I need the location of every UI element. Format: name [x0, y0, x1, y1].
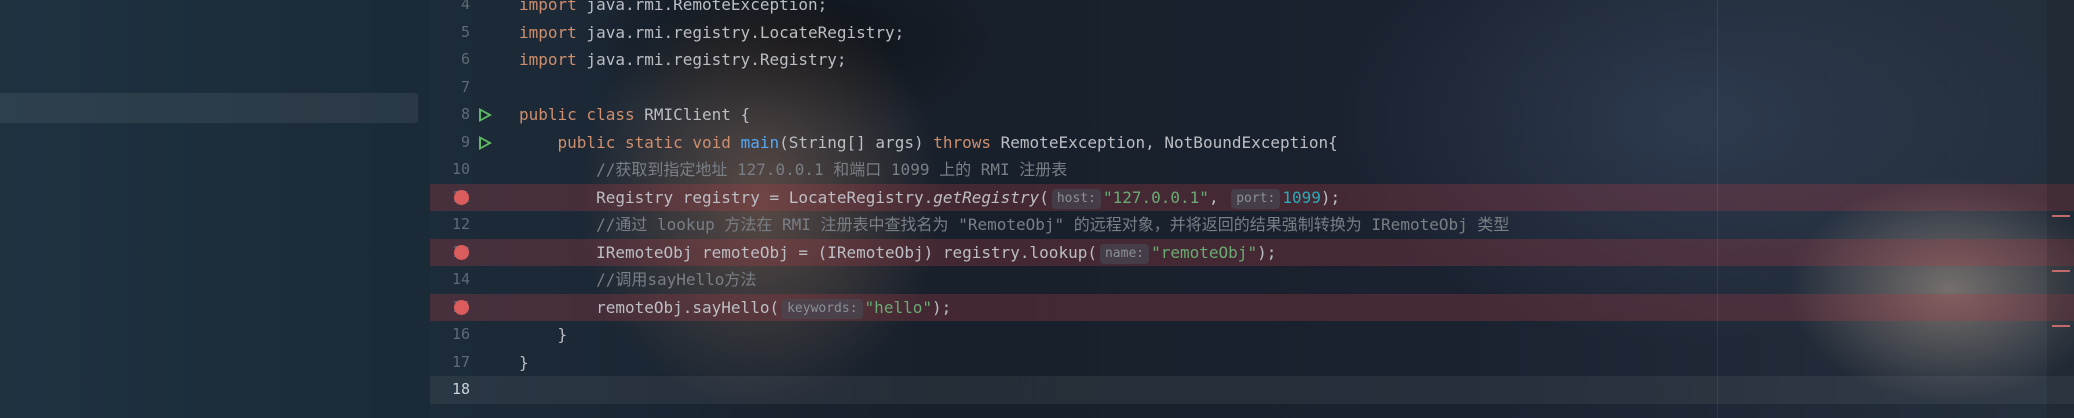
- code-token: }: [519, 352, 529, 372]
- code-text: import java.rmi.registry.LocateRegistry;: [519, 19, 904, 47]
- code-token: throws: [933, 132, 992, 152]
- code-text: }: [519, 321, 568, 349]
- code-token: //获取到指定地址 127.0.0.1 和端口 1099 上的 RMI 注册表: [596, 160, 1068, 179]
- run-gutter-icon[interactable]: [479, 108, 492, 122]
- code-token: remoteObj.sayHello(: [519, 297, 780, 317]
- code-token: java.rmi.registry.Registry;: [576, 50, 847, 69]
- code-text: remoteObj.sayHello(keywords: "hello");: [519, 294, 951, 322]
- code-line-17[interactable]: 17}: [430, 349, 2074, 377]
- code-text: //通过 lookup 方法在 RMI 注册表中查找名为 "RemoteObj"…: [519, 211, 1509, 239]
- code-text: }: [519, 349, 529, 377]
- parameter-hint: port:: [1231, 188, 1281, 209]
- code-token: import: [519, 0, 577, 14]
- code-token: );: [1320, 187, 1341, 207]
- code-line-5[interactable]: 5 import java.rmi.registry.LocateRegistry…: [430, 19, 2074, 47]
- code-token: public class: [519, 105, 635, 124]
- parameter-hint: keywords:: [782, 298, 863, 319]
- code-line-16[interactable]: 16 }: [430, 321, 2074, 349]
- code-token: 1099: [1282, 187, 1321, 207]
- code-line-15[interactable]: 15 remoteObj.sayHello(keywords:"hello");: [430, 293, 2074, 322]
- breakpoint-error-stripe-mark[interactable]: [2052, 215, 2070, 217]
- editor-scrollbar[interactable]: [2047, 0, 2074, 418]
- breakpoint-error-stripe-mark[interactable]: [2052, 270, 2070, 272]
- line-number: 10: [451, 160, 470, 178]
- line-number: 18: [451, 380, 470, 398]
- code-text: //调用sayHello方法: [519, 266, 756, 294]
- code-line-14[interactable]: 14 //调用sayHello方法: [430, 266, 2074, 294]
- project-tool-window: [0, 0, 430, 418]
- code-line-12[interactable]: 12 //通过 lookup 方法在 RMI 注册表中查找名为 "RemoteO…: [430, 211, 2074, 239]
- code-token: "hello": [864, 297, 932, 317]
- code-token: }: [519, 325, 568, 344]
- parameter-hint: name:: [1099, 243, 1150, 264]
- breakpoint-icon[interactable]: [454, 244, 469, 260]
- line-number: 7: [460, 77, 470, 96]
- code-line-6[interactable]: 6 import java.rmi.registry.Registry;: [430, 46, 2074, 74]
- line-number: 14: [451, 270, 470, 288]
- right-margin-guide: [1717, 0, 1718, 418]
- run-gutter-icon[interactable]: [479, 135, 492, 150]
- code-token: //调用sayHello方法: [596, 270, 757, 289]
- code-token: import: [519, 22, 577, 42]
- code-token: RMIClient {: [634, 105, 751, 124]
- code-token: getRegistry: [933, 187, 1040, 207]
- line-number: 5: [460, 22, 470, 41]
- code-text: //获取到指定地址 127.0.0.1 和端口 1099 上的 RMI 注册表: [519, 156, 1067, 184]
- code-token: (String[] args): [779, 132, 934, 152]
- code-token: (: [1039, 187, 1049, 207]
- code-text: import java.rmi.registry.Registry;: [519, 46, 847, 74]
- breakpoint-error-stripe-mark[interactable]: [2052, 325, 2070, 327]
- code-line-8[interactable]: 8 public class RMIClient {: [430, 101, 2074, 129]
- code-line-10[interactable]: 10 //获取到指定地址 127.0.0.1 和端口 1099 上的 RMI 注…: [430, 156, 2074, 184]
- code-token: );: [931, 297, 952, 317]
- code-text: Registry registry = LocateRegistry.getRe…: [519, 184, 1340, 212]
- code-line-13[interactable]: 13 IRemoteObj remoteObj = (IRemoteObj) r…: [430, 238, 2074, 267]
- code-token: public static void: [557, 132, 731, 152]
- code-token: java.rmi.registry.LocateRegistry;: [576, 22, 905, 42]
- code-token: "127.0.0.1": [1102, 187, 1209, 207]
- parameter-hint: host:: [1051, 188, 1101, 209]
- code-token: RemoteException, NotBoundException{: [991, 132, 1338, 152]
- code-editor[interactable]: 4 import java.rmi.RemoteException; 5 import…: [430, 0, 2074, 418]
- code-token: IRemoteObj remoteObj = (IRemoteObj) regi…: [519, 242, 1097, 262]
- project-tree-selected-row[interactable]: [0, 93, 418, 123]
- code-token: //通过 lookup 方法在 RMI 注册表中查找名为 "RemoteObj"…: [596, 215, 1510, 234]
- code-text: import java.rmi.RemoteException;: [519, 0, 827, 19]
- code-text: public static void main(String[] args) t…: [519, 129, 1338, 157]
- line-number: 17: [451, 352, 470, 371]
- code-line-7[interactable]: 7: [430, 74, 2074, 102]
- code-token: import: [519, 50, 577, 69]
- code-text: public class RMIClient {: [519, 101, 750, 129]
- line-number: 16: [451, 325, 470, 343]
- line-number: 12: [451, 215, 470, 233]
- code-line-9[interactable]: 9 public static void main(String[] args)…: [430, 129, 2074, 157]
- code-text: IRemoteObj remoteObj = (IRemoteObj) regi…: [519, 239, 1276, 267]
- code-token: ,: [1208, 187, 1229, 207]
- ide-window: 4 import java.rmi.RemoteException; 5 import…: [0, 0, 2074, 418]
- code-line-18[interactable]: 18: [430, 376, 2074, 404]
- code-token: java.rmi.RemoteException;: [576, 0, 828, 14]
- code-line-4[interactable]: 4 import java.rmi.RemoteException;: [430, 0, 2074, 19]
- code-token: Registry registry = LocateRegistry.: [519, 187, 934, 207]
- line-number: 8: [460, 105, 470, 123]
- code-token: "remoteObj": [1151, 242, 1258, 262]
- code-line-11[interactable]: 11 Registry registry = LocateRegistry.ge…: [430, 183, 2074, 212]
- code-token: main: [740, 132, 780, 152]
- line-number: 6: [460, 50, 470, 68]
- line-number: 9: [460, 132, 470, 151]
- breakpoint-icon[interactable]: [454, 299, 469, 315]
- line-number: 4: [460, 0, 470, 13]
- code-token: );: [1257, 242, 1277, 262]
- breakpoint-icon[interactable]: [454, 189, 469, 205]
